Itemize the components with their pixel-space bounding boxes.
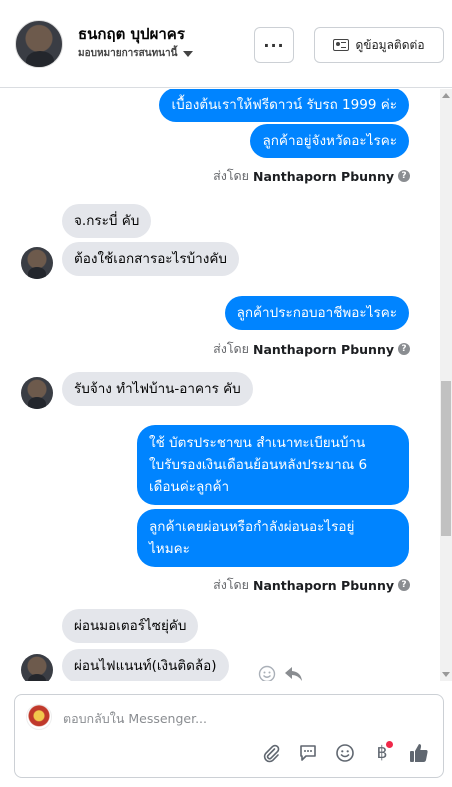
message-incoming[interactable]: รับจ้าง ทำไฟบ้าน-อาคาร คับ: [62, 372, 253, 406]
assign-label: มอบหมายการสนทนานี้: [78, 48, 178, 59]
message-actions: [258, 665, 304, 681]
scroll-up-arrow-icon[interactable]: [442, 93, 450, 98]
sender-avatar[interactable]: [21, 377, 53, 409]
sender-avatar[interactable]: [21, 654, 53, 681]
view-contact-label: ดูข้อมูลติดต่อ: [355, 37, 425, 52]
contact-avatar[interactable]: [15, 20, 63, 68]
sent-by-label: ส่งโดย Nanthaporn Pbunny ?: [213, 339, 410, 359]
sent-by-prefix: ส่งโดย: [213, 577, 249, 592]
sent-by-agent: Nanthaporn Pbunny: [252, 168, 394, 184]
sent-by-prefix: ส่งโดย: [213, 341, 249, 356]
message-outgoing[interactable]: ลูกค้าประกอบอาชีพอะไรคะ: [224, 296, 409, 330]
message-line: ไหมคะ: [149, 541, 190, 557]
emoji-icon[interactable]: [333, 741, 357, 765]
message-line: เดือนค่ะลูกค้า: [149, 479, 230, 495]
message-outgoing[interactable]: เบื้องต้นเราให้ฟรีดาวน์ รับรถ 1999 ค่ะ: [159, 89, 409, 122]
message-line: ลูกค้าเคยผ่อนหรือกำลังผ่อนอะไรอยู่: [149, 519, 355, 535]
thumbs-up-icon[interactable]: [407, 741, 431, 765]
contact-name[interactable]: ธนกฤต บุปผาคร: [78, 22, 185, 46]
caret-down-icon: [183, 50, 194, 57]
reply-icon[interactable]: [284, 665, 304, 681]
contact-card-icon: [333, 39, 350, 51]
sent-by-agent: Nanthaporn Pbunny: [252, 341, 394, 357]
view-contact-button[interactable]: ดูข้อมูลติดต่อ: [314, 27, 444, 63]
message-incoming[interactable]: ผ่อนไฟแนนท์(เงินติดล้อ): [62, 649, 229, 681]
sent-by-agent: Nanthaporn Pbunny: [252, 577, 394, 593]
thread-scrollbar[interactable]: [440, 89, 452, 681]
sent-by-label: ส่งโดย Nanthaporn Pbunny ?: [213, 166, 410, 186]
scroll-down-arrow-icon[interactable]: [442, 672, 450, 677]
react-emoji-icon[interactable]: [258, 665, 276, 681]
message-incoming[interactable]: จ.กระบี่ คับ: [62, 204, 152, 238]
reply-composer: ฿: [14, 694, 444, 778]
sent-by-label: ส่งโดย Nanthaporn Pbunny ?: [213, 575, 410, 595]
message-line: ใบรับรองเงินเดือนย้อนหลังประมาณ 6: [149, 457, 368, 473]
message-line: ใช้ บัตรประชาขน สำเนาทะเบียนบ้าน: [149, 435, 366, 451]
paperclip-icon[interactable]: [259, 741, 283, 765]
baht-icon[interactable]: ฿: [370, 741, 394, 765]
message-incoming[interactable]: ต้องใช้เอกสารอะไรบ้างคับ: [62, 242, 239, 276]
page-avatar: [26, 704, 52, 730]
sent-by-prefix: ส่งโดย: [213, 168, 249, 183]
scrollbar-thumb[interactable]: [441, 381, 451, 536]
message-outgoing[interactable]: ลูกค้าอยู่จังหวัดอะไรคะ: [250, 124, 409, 158]
reply-input[interactable]: [63, 707, 423, 729]
message-incoming[interactable]: ผ่อนมอเตอร์ไซยุ่คับ: [62, 609, 199, 643]
help-icon[interactable]: ?: [398, 343, 410, 355]
more-options-button[interactable]: ···: [254, 27, 294, 63]
message-outgoing[interactable]: ลูกค้าเคยผ่อนหรือกำลังผ่อนอะไรอยู่ ไหมคะ: [137, 509, 409, 567]
assign-conversation-dropdown[interactable]: มอบหมายการสนทนานี้: [78, 46, 194, 61]
conversation-header: ธนกฤต บุปผาคร มอบหมายการสนทนานี้ ··· ดูข…: [0, 0, 452, 88]
notification-dot: [386, 741, 393, 748]
chat-bubble-icon[interactable]: [296, 741, 320, 765]
sender-avatar[interactable]: [21, 247, 53, 279]
help-icon[interactable]: ?: [398, 579, 410, 591]
message-thread: เบื้องต้นเราให้ฟรีดาวน์ รับรถ 1999 ค่ะ ล…: [0, 89, 440, 681]
message-outgoing[interactable]: ใช้ บัตรประชาขน สำเนาทะเบียนบ้าน ใบรับรอ…: [137, 425, 409, 505]
help-icon[interactable]: ?: [398, 170, 410, 182]
composer-toolbar: ฿: [259, 741, 431, 765]
